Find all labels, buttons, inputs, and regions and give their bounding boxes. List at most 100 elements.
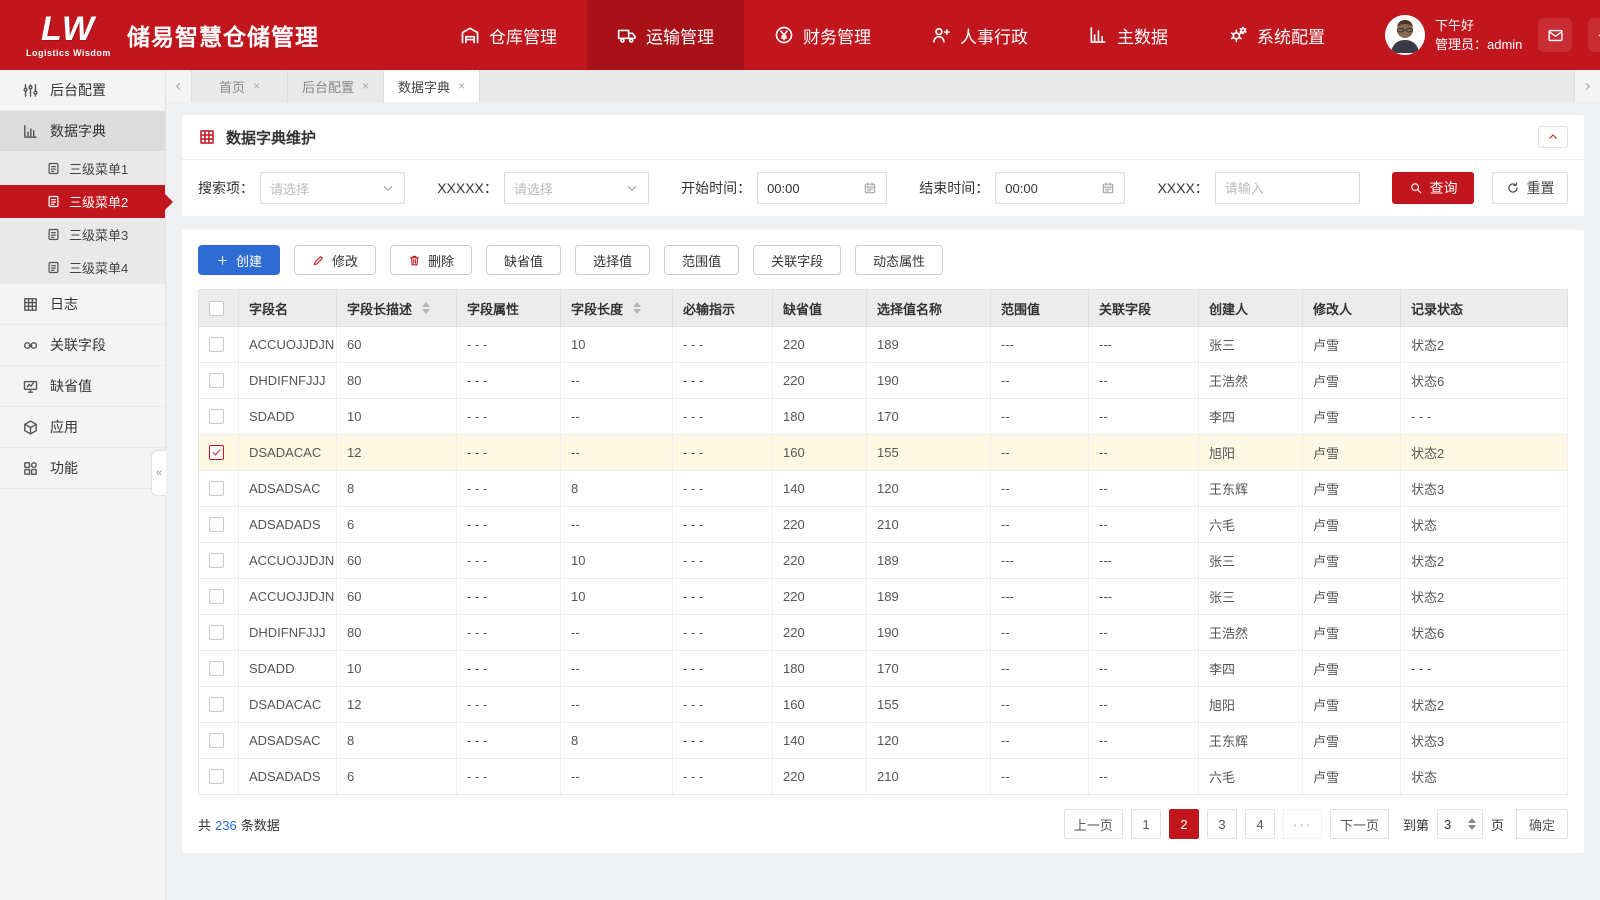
sidebar-item-4[interactable]: 关联字段	[0, 325, 165, 366]
xxxxx-select[interactable]: 请选择	[503, 172, 649, 204]
panel-collapse-button[interactable]	[1538, 126, 1568, 148]
avatar[interactable]	[1385, 15, 1425, 55]
nav-item-5[interactable]: 主数据	[1058, 0, 1198, 70]
sidebar-item-7[interactable]: 功能	[0, 448, 165, 489]
nav-item-1[interactable]: 仓库管理	[430, 0, 587, 70]
goto-confirm-button[interactable]: 确定	[1515, 809, 1568, 839]
cell: - - -	[672, 542, 773, 579]
goto-page-input[interactable]: 3	[1436, 809, 1483, 839]
sidebar-item-6[interactable]: 应用	[0, 407, 165, 448]
row-checkbox[interactable]	[209, 337, 224, 352]
cell: 卢雪	[1302, 362, 1401, 399]
query-button[interactable]: 查询	[1392, 172, 1474, 204]
toolbar-button-4[interactable]: 缺省值	[486, 245, 562, 275]
toolbar-button-2[interactable]: 修改	[294, 245, 377, 275]
goto-page-stepper[interactable]	[1467, 818, 1476, 830]
user-greeting-block: 下午好 管理员：admin	[1435, 16, 1522, 55]
xxxx-input[interactable]	[1224, 180, 1350, 196]
cell: 旭阳	[1198, 686, 1303, 723]
sidebar-submenu: 三级菜单1 三级菜单2 三级菜单3 三级菜单4	[0, 152, 173, 284]
cell: 王东辉	[1198, 722, 1303, 759]
prev-page-button[interactable]: 上一页	[1063, 809, 1123, 839]
sort-icon[interactable]	[422, 302, 431, 314]
sidebar-item-2[interactable]: 数据字典	[0, 111, 165, 152]
toolbar-button-6[interactable]: 范围值	[664, 245, 740, 275]
cell: --	[1088, 758, 1199, 795]
select-all-checkbox[interactable]	[209, 300, 224, 316]
cell: DHDIFNFJJJ	[238, 362, 337, 399]
row-checkbox[interactable]	[209, 697, 224, 712]
sidebar-subitem-1[interactable]: 三级菜单1	[0, 152, 165, 185]
tab-1[interactable]: 首页 ×	[192, 70, 288, 102]
column-header-7: 选择值名称	[866, 289, 991, 327]
row-checkbox[interactable]	[209, 769, 224, 784]
row-checkbox[interactable]	[209, 409, 224, 424]
page-button-3[interactable]: 3	[1206, 809, 1237, 839]
tabs-scroll-right[interactable]	[1574, 70, 1600, 102]
cell: ---	[1088, 542, 1199, 579]
cell: - - -	[672, 614, 773, 651]
xxxx-input-wrap	[1214, 172, 1360, 204]
toolbar-button-7[interactable]: 关联字段	[753, 245, 842, 275]
row-checkbox[interactable]	[209, 373, 224, 388]
search-select[interactable]: 请选择	[260, 172, 405, 204]
row-checkbox[interactable]	[209, 481, 224, 496]
row-checkbox[interactable]	[209, 661, 224, 676]
sidebar-item-3[interactable]: 日志	[0, 284, 165, 325]
tab-close-icon[interactable]: ×	[362, 79, 369, 93]
sidebar-subitem-3[interactable]: 三级菜单3	[0, 218, 165, 251]
cell: --	[560, 758, 673, 795]
page-ellipsis[interactable]: ···	[1282, 809, 1322, 839]
cell: --	[560, 398, 673, 435]
row-checkbox[interactable]	[209, 517, 224, 532]
header-checkbox-cell	[198, 289, 239, 327]
page-button-4[interactable]: 4	[1244, 809, 1275, 839]
sidebar-collapse-handle[interactable]: «	[151, 450, 166, 496]
logout-button[interactable]	[1588, 18, 1600, 52]
tab-close-icon[interactable]: ×	[253, 79, 260, 93]
cell: --	[1088, 506, 1199, 543]
reset-button[interactable]: 重置	[1492, 172, 1568, 204]
cell: - - -	[672, 650, 773, 687]
toolbar-button-8[interactable]: 动态属性	[855, 245, 944, 275]
tabs-scroll-left[interactable]	[166, 70, 192, 102]
cell: - - -	[672, 722, 773, 759]
page-button-2[interactable]: 2	[1168, 809, 1199, 839]
sidebar-subitem-4[interactable]: 三级菜单4	[0, 251, 165, 284]
next-page-button[interactable]: 下一页	[1329, 809, 1389, 839]
row-checkbox-cell	[198, 614, 239, 651]
toolbar-button-3[interactable]: 删除	[390, 245, 473, 275]
cell: 10	[560, 326, 673, 363]
sidebar-item-5[interactable]: 缺省值	[0, 366, 165, 407]
row-checkbox[interactable]	[209, 589, 224, 604]
row-checkbox[interactable]	[209, 445, 224, 460]
cell: 6	[336, 506, 457, 543]
sidebar-subitem-2[interactable]: 三级菜单2	[0, 185, 173, 218]
tab-2[interactable]: 后台配置 ×	[288, 70, 384, 102]
cell: 60	[336, 326, 457, 363]
sort-icon[interactable]	[633, 302, 642, 314]
tab-close-icon[interactable]: ×	[458, 79, 465, 93]
nav-item-2[interactable]: 运输管理	[587, 0, 744, 70]
toolbar-button-1[interactable]: 创建	[198, 245, 281, 275]
row-checkbox[interactable]	[209, 625, 224, 640]
nav-item-4[interactable]: 人事行政	[901, 0, 1058, 70]
cell: --	[990, 470, 1089, 507]
table-grid-icon	[198, 128, 216, 146]
tab-3[interactable]: 数据字典 ×	[384, 70, 480, 102]
toolbar-button-5[interactable]: 选择值	[575, 245, 651, 275]
row-checkbox[interactable]	[209, 553, 224, 568]
filter-search-label: 搜索项：	[198, 180, 254, 196]
page-button-1[interactable]: 1	[1130, 809, 1161, 839]
filter-xxxx-item: XXXX：	[1157, 172, 1360, 204]
mail-button[interactable]	[1538, 18, 1573, 52]
end-time-input[interactable]: 00:00	[995, 172, 1126, 204]
nav-item-6[interactable]: 系统配置	[1198, 0, 1355, 70]
cell: 60	[336, 542, 457, 579]
sidebar-item-1[interactable]: 后台配置	[0, 70, 165, 111]
filter-xxxxx-label: XXXXX：	[437, 180, 498, 196]
cell: 10	[560, 542, 673, 579]
start-time-input[interactable]: 00:00	[757, 172, 888, 204]
nav-item-3[interactable]: 财务管理	[744, 0, 901, 70]
row-checkbox[interactable]	[209, 733, 224, 748]
